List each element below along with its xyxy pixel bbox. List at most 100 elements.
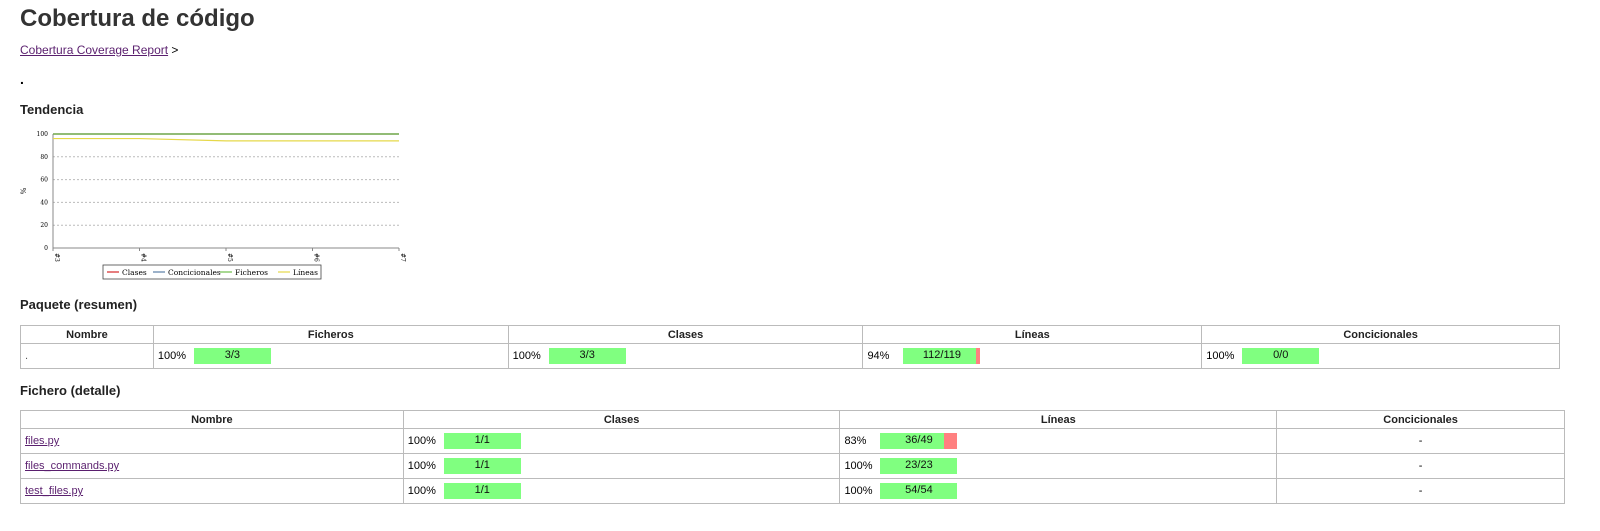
trend-heading: Tendencia: [20, 102, 84, 117]
coverage-percent: 100%: [512, 350, 541, 362]
coverage-cell: 100% 3/3: [152, 343, 509, 369]
column-header: Líneas: [839, 410, 1278, 429]
x-tick-label: #3: [53, 253, 60, 262]
package-name: .: [20, 71, 24, 87]
coverage-cell: 100% 0/0: [1201, 343, 1560, 369]
y-tick-label: 40: [40, 199, 48, 206]
coverage-percent: 100%: [157, 350, 187, 362]
table-row: files_commands.py 100% 1/1 100% 23/23 -: [20, 453, 1565, 479]
y-axis-label: %: [20, 187, 28, 194]
coverage-bar: 0/0: [1242, 348, 1320, 364]
table-row: files.py 100% 1/1 83% 36/49 -: [20, 428, 1565, 454]
page-title: Cobertura de código: [20, 5, 255, 32]
coverage-value: 100% 23/23: [844, 458, 1272, 474]
coverage-cell: 83% 36/49: [839, 428, 1278, 454]
column-header: Clases: [402, 410, 841, 429]
coverage-bar: 1/1: [443, 433, 521, 449]
y-tick-label: 100: [37, 131, 49, 138]
series-line-líneas: [53, 137, 399, 142]
x-tick-label: #4: [140, 253, 147, 262]
coverage-value: 100% 1/1: [408, 483, 836, 499]
summary-heading: Paquete (resumen): [20, 297, 138, 312]
x-tick-label: #6: [313, 253, 320, 262]
detail-table: Nombre Clases Líneas Concicionales files.py…: [20, 410, 1565, 504]
coverage-cell: 94% 112/119: [862, 343, 1203, 369]
y-tick-label: 0: [44, 245, 48, 252]
legend-label: Concicionales: [168, 268, 221, 277]
coverage-cell: 100% 1/1: [402, 453, 841, 479]
coverage-cell: 100% 1/1: [402, 478, 841, 504]
y-tick-label: 80: [40, 154, 48, 161]
coverage-percent: 100%: [844, 460, 873, 472]
legend-label: Ficheros: [235, 268, 268, 277]
y-tick-label: 60: [40, 177, 48, 184]
coverage-bar-label: 3/3: [224, 349, 241, 361]
package-cell: .: [20, 343, 154, 369]
conditionals-cell: -: [1276, 428, 1565, 454]
coverage-value: 100% 1/1: [408, 458, 836, 474]
file-cell: files_commands.py: [20, 453, 404, 479]
coverage-value: 83% 36/49: [844, 433, 1272, 449]
column-header: Concicionales: [1276, 410, 1565, 429]
column-header: Nombre: [20, 410, 404, 429]
coverage-percent: 83%: [844, 435, 867, 447]
coverage-value: 100% 0/0: [1206, 348, 1555, 364]
coverage-bar: 1/1: [443, 458, 521, 474]
conditionals-cell: -: [1276, 453, 1565, 479]
coverage-bar: 3/3: [548, 348, 626, 364]
coverage-bar-label: 36/49: [905, 434, 933, 446]
column-header: Líneas: [862, 325, 1203, 344]
column-header: Clases: [507, 325, 864, 344]
detail-heading: Fichero (detalle): [20, 383, 121, 398]
breadcrumb-separator: >: [171, 43, 179, 57]
x-tick-label: #5: [226, 253, 233, 262]
breadcrumb: Cobertura Coverage Report >: [20, 43, 178, 57]
trend-chart: 0 20 40 60 80 100% #3 #4 #5 #6 #7 Clases Concicional…: [20, 131, 406, 280]
column-header: Concicionales: [1201, 325, 1560, 344]
column-header: Ficheros: [152, 325, 509, 344]
coverage-value: 100% 1/1: [408, 433, 836, 449]
column-header: Nombre: [20, 325, 154, 344]
coverage-bar-label: 1/1: [474, 484, 490, 496]
y-tick-label: 20: [40, 222, 48, 229]
coverage-cell: 100% 3/3: [507, 343, 864, 369]
coverage-percent: 100%: [407, 435, 436, 447]
coverage-percent: 100%: [407, 460, 436, 472]
coverage-bar-label: 0/0: [1273, 349, 1289, 361]
coverage-bar-label: 112/119: [922, 349, 961, 361]
coverage-cell: 100% 1/1: [402, 428, 841, 454]
coverage-cell: 100% 23/23: [839, 453, 1278, 479]
coverage-percent: 94%: [867, 350, 890, 362]
conditionals-cell: -: [1276, 478, 1565, 504]
coverage-bar: 23/23: [880, 458, 958, 474]
coverage-bar: 54/54: [880, 483, 958, 499]
coverage-percent: 100%: [1206, 350, 1235, 362]
file-link[interactable]: files_commands.py: [25, 460, 119, 472]
coverage-value: 100% 3/3: [513, 348, 859, 364]
coverage-bar: 1/1: [443, 483, 521, 499]
file-cell: test_files.py: [20, 478, 404, 504]
x-tick-label: #7: [399, 253, 406, 262]
coverage-value: 100% 3/3: [158, 348, 504, 364]
coverage-bar-label: 23/23: [905, 459, 933, 471]
file-link[interactable]: test_files.py: [25, 485, 83, 497]
file-cell: files.py: [20, 428, 404, 454]
coverage-percent: 100%: [407, 485, 436, 497]
coverage-bar: 112/119: [903, 348, 981, 364]
coverage-value: 100% 54/54: [844, 483, 1272, 499]
summary-table: Nombre Ficheros Clases Líneas Concicionales …: [20, 325, 1560, 369]
coverage-bar: 36/49: [880, 433, 958, 449]
breadcrumb-link-report[interactable]: Cobertura Coverage Report: [20, 43, 168, 57]
legend-label: Clases: [122, 268, 147, 277]
coverage-bar-label: 1/1: [474, 434, 490, 446]
coverage-bar-label: 3/3: [579, 349, 595, 361]
table-row: . 100% 3/3 100% 3/3 94% 112/119 100% 0/0: [20, 343, 1560, 369]
table-row: test_files.py 100% 1/1 100% 54/54 -: [20, 478, 1565, 504]
file-link[interactable]: files.py: [25, 435, 59, 447]
coverage-value: 94% 112/119: [867, 348, 1197, 364]
coverage-bar-label: 1/1: [474, 459, 490, 471]
coverage-cell: 100% 54/54: [839, 478, 1278, 504]
coverage-bar-label: 54/54: [905, 484, 933, 496]
coverage-percent: 100%: [844, 485, 873, 497]
legend-label: Líneas: [293, 268, 318, 277]
